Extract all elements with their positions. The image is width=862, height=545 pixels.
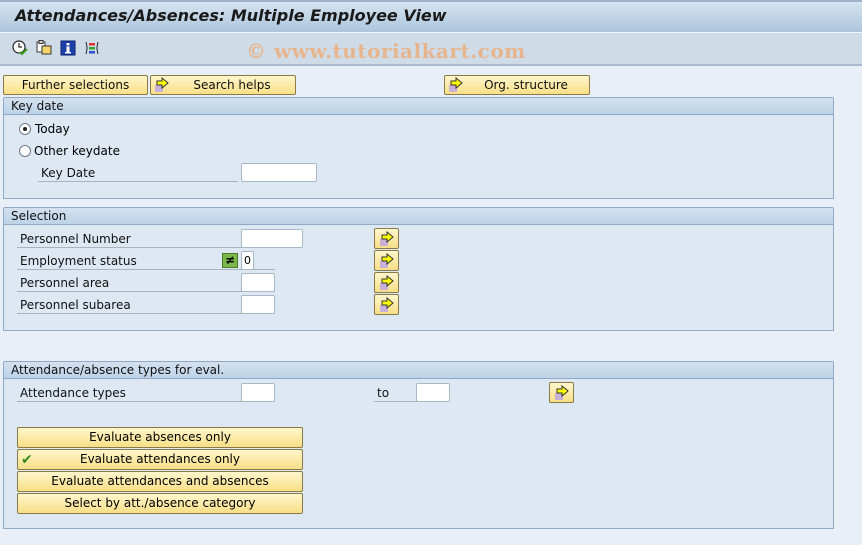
attendance-types-group-title: Attendance/absence types for eval. <box>4 362 833 379</box>
org-structure-button[interactable]: Org. structure <box>444 75 590 95</box>
evaluate-attendances-only-label: Evaluate attendances only <box>80 452 240 466</box>
application-toolbar: © www.tutorialkart.com <box>0 33 862 66</box>
other-keydate-radio[interactable] <box>19 145 31 157</box>
employment-status-input[interactable]: 0 <box>241 251 254 270</box>
personnel-area-input[interactable] <box>241 273 275 292</box>
attendance-types-to-input[interactable] <box>416 383 450 402</box>
further-selections-label: Further selections <box>21 78 130 92</box>
window-title: Attendances/Absences: Multiple Employee … <box>15 6 447 25</box>
personnel-number-multiple-selection-button[interactable] <box>374 228 399 249</box>
arrow-right-icon <box>154 76 170 93</box>
personnel-number-input[interactable] <box>241 229 303 248</box>
further-selections-button[interactable]: Further selections <box>3 75 148 95</box>
execute-clock-icon[interactable] <box>12 40 28 56</box>
key-date-label: Key Date <box>38 164 238 182</box>
evaluate-absences-only-button[interactable]: Evaluate absences only <box>17 427 303 448</box>
key-date-group-title: Key date <box>4 98 833 115</box>
personnel-subarea-input[interactable] <box>241 295 275 314</box>
not-equal-operator-icon[interactable]: ≠ <box>222 253 238 268</box>
arrow-right-icon <box>555 385 569 400</box>
search-helps-button[interactable]: Search helps <box>150 75 296 95</box>
evaluate-attendances-and-absences-button[interactable]: Evaluate attendances and absences <box>17 471 303 492</box>
evaluate-attendances-and-absences-label: Evaluate attendances and absences <box>51 474 269 488</box>
arrow-right-icon <box>448 76 464 93</box>
selection-group-title: Selection <box>4 208 833 225</box>
info-icon[interactable] <box>60 40 76 56</box>
select-by-category-label: Select by att./absence category <box>64 496 256 510</box>
personnel-number-label: Personnel Number <box>17 230 275 248</box>
personnel-area-label: Personnel area <box>17 274 275 292</box>
other-keydate-radio-label: Other keydate <box>34 144 120 158</box>
personnel-subarea-multiple-selection-button[interactable] <box>374 294 399 315</box>
attendance-types-label: Attendance types <box>17 384 275 402</box>
employment-status-multiple-selection-button[interactable] <box>374 250 399 271</box>
search-helps-label: Search helps <box>193 78 271 92</box>
watermark: © www.tutorialkart.com <box>246 39 526 63</box>
attendance-types-from-input[interactable] <box>241 383 275 402</box>
today-radio[interactable] <box>19 123 31 135</box>
selection-options-icon[interactable] <box>84 40 100 56</box>
attendance-types-multiple-selection-button[interactable] <box>549 382 574 403</box>
get-variant-icon[interactable] <box>36 40 52 56</box>
org-structure-label: Org. structure <box>484 78 568 92</box>
select-by-category-button[interactable]: Select by att./absence category <box>17 493 303 514</box>
evaluate-attendances-only-button[interactable]: ✔ Evaluate attendances only <box>17 449 303 470</box>
key-date-group: Key date <box>3 97 834 199</box>
arrow-right-icon <box>380 231 394 246</box>
arrow-right-icon <box>380 275 394 290</box>
personnel-area-multiple-selection-button[interactable] <box>374 272 399 293</box>
personnel-subarea-label: Personnel subarea <box>17 296 275 314</box>
key-date-input[interactable] <box>241 163 317 182</box>
arrow-right-icon <box>380 253 394 268</box>
checkmark-icon: ✔ <box>21 452 33 468</box>
title-bar: Attendances/Absences: Multiple Employee … <box>0 0 862 33</box>
today-radio-label: Today <box>35 122 70 136</box>
evaluate-absences-only-label: Evaluate absences only <box>89 430 231 444</box>
arrow-right-icon <box>380 297 394 312</box>
